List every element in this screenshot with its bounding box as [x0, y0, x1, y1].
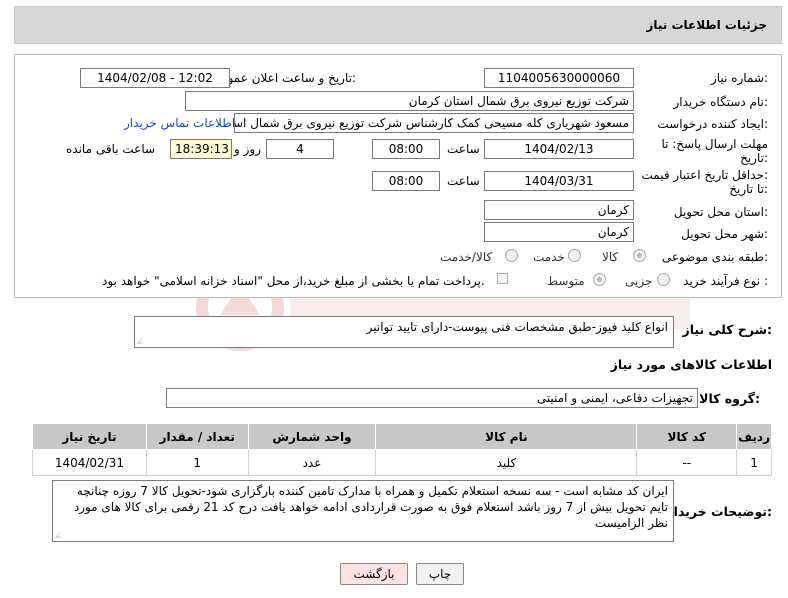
goods-section-title: اطلاعات کالاهای مورد نیاز [610, 357, 772, 372]
reply-deadline-label-2: تاریخ: [740, 151, 768, 165]
need-number-label: شماره نیاز: [710, 71, 768, 85]
col-date-header: تاریخ نیاز [32, 423, 147, 450]
delivery-city-field: کرمان [484, 222, 634, 242]
buyer-notes-label: توضیحات خریدار: [666, 504, 772, 519]
purchase-option-medium: متوسط [547, 274, 585, 288]
col-quantity-header: تعداد / مقدار [145, 423, 249, 450]
col-name-header: نام کالا [375, 423, 638, 450]
page-header: جزئیات اطلاعات نیاز [14, 6, 782, 44]
table-header-row: ردیف کد کالا نام کالا واحد شمارش تعداد /… [32, 423, 772, 450]
delivery-province-field: کرمان [484, 200, 634, 220]
cell-row: 1 [736, 449, 772, 476]
buyer-contact-link[interactable]: اطلاعات تماس خریدار [124, 116, 235, 130]
price-validity-time: 08:00 [372, 171, 440, 191]
reply-days-label: روز و [234, 142, 261, 156]
treasury-payment-checkbox[interactable] [497, 273, 508, 284]
category-radio-service[interactable] [568, 249, 581, 262]
cell-code: -- [636, 449, 738, 476]
reply-days-field: 4 [266, 139, 334, 159]
price-validity-label-2: تا تاریخ: [729, 182, 768, 196]
print-button[interactable]: چاپ [416, 563, 464, 585]
cell-unit: عدد [247, 449, 377, 476]
price-validity-time-label: ساعت [447, 174, 480, 188]
announce-datetime-label: تاریخ و ساعت اعلان عمومی: [211, 71, 356, 85]
price-validity-date: 1404/03/31 [484, 171, 634, 191]
price-validity-label-1: حداقل تاریخ اعتبار قیمت: [641, 168, 768, 182]
purchase-radio-minor[interactable] [657, 273, 670, 286]
reply-deadline-label-1: مهلت ارسال پاسخ: تا [661, 137, 768, 151]
buyer-notes-text: ایران کد مشابه است - سه نسخه استعلام تکم… [73, 484, 668, 530]
category-option-goods: کالا [602, 250, 619, 264]
buyer-org-field: شرکت توزیع نیروی برق شمال استان کرمان [185, 91, 634, 111]
buyer-notes-field: ایران کد مشابه است - سه نسخه استعلام تکم… [52, 480, 674, 542]
description-label: شرح کلی نیاز: [682, 322, 773, 337]
col-code-header: کد کالا [636, 423, 738, 450]
category-radio-goods[interactable] [633, 249, 646, 262]
category-label: طبقه بندی موضوعی: [661, 250, 768, 264]
delivery-city-label: شهر محل تحویل: [681, 227, 768, 241]
category-option-goods-service: کالا/خدمت [440, 250, 493, 264]
purchase-type-label: نوع فرآیند خرید : [683, 274, 768, 288]
requester-field: مسعود شهریاری کله مسیحی کمک کارشناس شرکت… [234, 113, 634, 133]
cell-quantity: 1 [145, 449, 249, 476]
delivery-province-label: استان محل تحویل: [673, 205, 768, 219]
requester-label: ایجاد کننده درخواست: [657, 117, 768, 131]
goods-group-field: تجهیزات دفاعی، ایمنی و امنیتی [166, 388, 698, 408]
reply-deadline-time-label: ساعت [447, 142, 480, 156]
need-number-field: 1104005630000060 [484, 68, 634, 88]
remaining-time-field: 18:39:13 [170, 139, 232, 159]
goods-table: ردیف کد کالا نام کالا واحد شمارش تعداد /… [32, 423, 772, 476]
category-option-service: خدمت [533, 250, 565, 264]
cell-date: 1404/02/31 [32, 449, 147, 476]
description-text: انواع کلید فیوز-طبق مشخصات فنی پیوست-دار… [366, 320, 668, 334]
reply-deadline-time: 08:00 [372, 139, 440, 159]
page-title: جزئیات اطلاعات نیاز [646, 18, 767, 32]
treasury-payment-note: پرداخت تمام یا بخشی از مبلغ خرید،از محل … [102, 274, 485, 288]
buyer-org-label: نام دستگاه خریدار: [673, 95, 769, 109]
category-radio-goods-service[interactable] [505, 249, 518, 262]
resize-grip-icon[interactable] [137, 338, 147, 344]
notes-resize-grip-icon[interactable] [55, 532, 65, 538]
purchase-option-minor: جزیی [625, 274, 653, 288]
purchase-radio-medium[interactable] [593, 273, 606, 286]
reply-deadline-date: 1404/02/13 [484, 139, 634, 159]
cell-name: کلید [375, 449, 638, 476]
remaining-time-label: ساعت باقی مانده [66, 142, 156, 156]
description-field: انواع کلید فیوز-طبق مشخصات فنی پیوست-دار… [134, 316, 674, 348]
back-button[interactable]: بازگشت [340, 563, 408, 585]
table-row: 1 -- کلید عدد 1 1404/02/31 [32, 449, 772, 476]
announce-datetime-field: 1404/02/08 - 12:02 [80, 68, 230, 88]
col-row-header: ردیف [736, 423, 772, 450]
col-unit-header: واحد شمارش [247, 423, 377, 450]
goods-group-label: گروه کالا: [699, 391, 760, 406]
